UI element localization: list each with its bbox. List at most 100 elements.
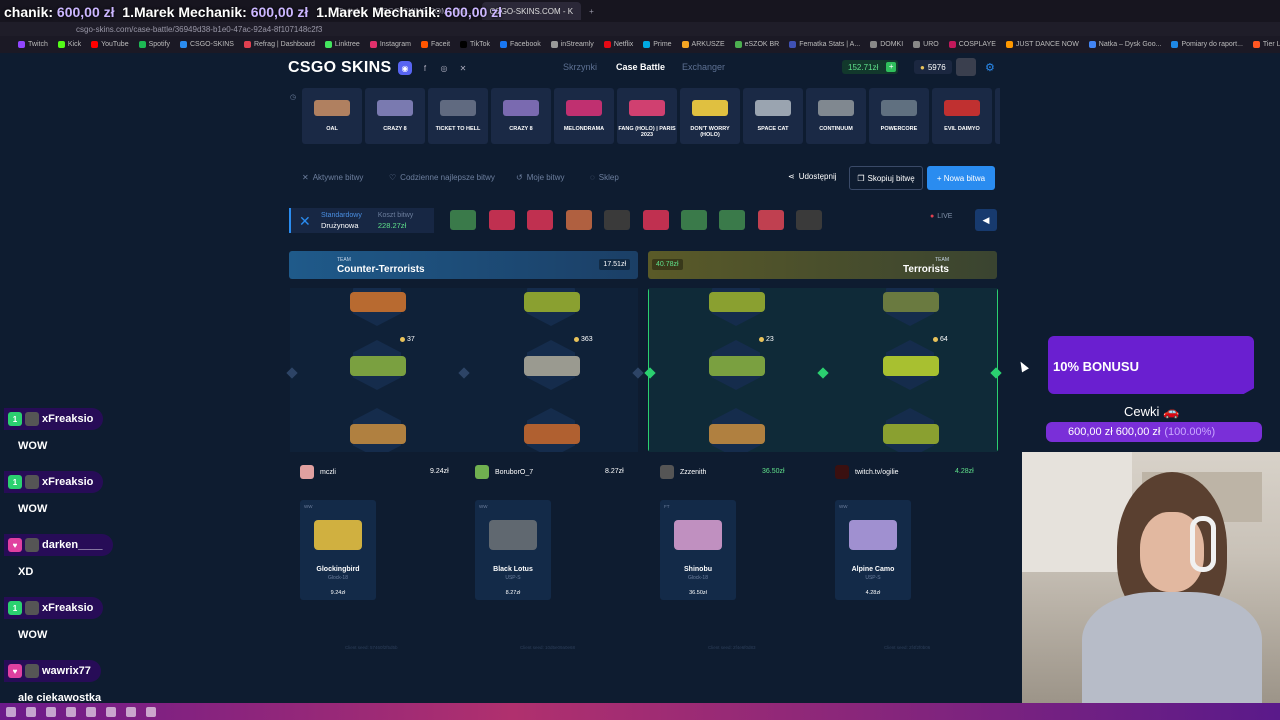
bookmark-item[interactable]: Natka – Dysk Goo... — [1088, 41, 1161, 48]
copy-battle-button[interactable]: ❐ Skopiuj bitwę — [849, 166, 923, 190]
drop-item[interactable]: CONTINUUM — [806, 88, 866, 144]
bookmark-item[interactable]: CSGO-SKINS — [180, 41, 234, 48]
nav-exchanger[interactable]: Exchanger — [682, 62, 725, 72]
facebook-icon[interactable]: f — [418, 61, 432, 75]
bookmark-item[interactable]: Twitch — [18, 41, 48, 48]
coin-icon — [400, 337, 405, 342]
user-avatar[interactable] — [956, 58, 976, 76]
bookmark-item[interactable]: Spotify — [138, 41, 170, 48]
bookmark-item[interactable]: Fematka Stats | A... — [789, 41, 860, 48]
history-icon[interactable]: ◷ — [290, 93, 296, 101]
bookmark-item[interactable]: ARKUSZE — [681, 41, 725, 48]
player-row[interactable]: BoruborO_7 — [475, 462, 533, 482]
drop-item[interactable]: FANG (HOLO) | PARIS 2023 — [617, 88, 677, 144]
bookmark-item[interactable]: Faceit — [420, 41, 450, 48]
new-tab-button[interactable]: + — [581, 2, 602, 20]
spotify-icon[interactable] — [146, 706, 156, 717]
nav-cases[interactable]: Skrzynki — [563, 62, 597, 72]
seed-text: Client seed: 2f4e6f0d83 — [708, 645, 756, 650]
battle-case-icon[interactable] — [489, 210, 515, 230]
mode-label: Standardowy — [321, 211, 362, 219]
battle-case-icon[interactable] — [527, 210, 553, 230]
battle-case-icon[interactable] — [643, 210, 669, 230]
instagram-icon[interactable]: ◎ — [437, 61, 451, 75]
bookmark-item[interactable]: Linktree — [324, 41, 360, 48]
drop-item[interactable]: CHO — [995, 88, 1000, 144]
bookmark-item[interactable]: Facebook — [499, 41, 541, 48]
drop-item[interactable]: DON'T WORRY (HOLO) — [680, 88, 740, 144]
drop-item[interactable]: EVIL DAIMYO — [932, 88, 992, 144]
x-twitter-icon[interactable]: ✕ — [456, 61, 470, 75]
won-item-card[interactable]: WW Alpine Camo USP-S 4.28zł — [835, 500, 911, 600]
share-button[interactable]: ⋖ Udostępnij — [788, 172, 837, 181]
settings-icon[interactable]: ⚙ — [985, 61, 995, 74]
drop-item[interactable]: TICKET TO HELL — [428, 88, 488, 144]
taskview-icon[interactable] — [46, 706, 56, 717]
battle-case-icon[interactable] — [604, 210, 630, 230]
bookmark-icon — [913, 41, 921, 48]
discord-icon[interactable]: ◉ — [398, 61, 412, 75]
folder-icon[interactable] — [86, 706, 96, 717]
player-row[interactable]: Zzzenith — [660, 462, 706, 482]
bookmark-item[interactable]: Pomiary do raport... — [1171, 41, 1243, 48]
drop-item-name: FANG (HOLO) | PARIS 2023 — [618, 126, 676, 138]
bookmark-item[interactable]: Prime — [643, 41, 672, 48]
address-bar[interactable]: csgo-skins.com/case-battle/36949d38-b1e0… — [0, 22, 1280, 36]
battle-case-icon[interactable] — [796, 210, 822, 230]
bookmark-item[interactable]: Instagram — [369, 41, 411, 48]
bookmark-item[interactable]: DOMKI — [870, 41, 903, 48]
item-quality: WW — [304, 504, 313, 509]
bookmark-icon — [550, 41, 558, 48]
battle-case-icon[interactable] — [758, 210, 784, 230]
drop-item[interactable]: MELONDRAMA — [554, 88, 614, 144]
bookmark-item[interactable]: Kick — [57, 41, 81, 48]
sound-toggle-button[interactable]: ◀ — [975, 209, 997, 231]
browser-icon[interactable] — [66, 706, 76, 717]
bookmark-icon — [643, 41, 651, 48]
search-icon[interactable] — [26, 706, 36, 717]
bookmark-item[interactable]: Tier List Maker for... — [1252, 41, 1280, 48]
tab-my-battles[interactable]: ↺ Moje bitwy — [516, 173, 565, 182]
bookmark-item[interactable]: Refrag | Dashboard — [243, 41, 315, 48]
bookmark-label: CSGO-SKINS — [190, 41, 234, 48]
balance-display[interactable]: 152.71zł + — [842, 60, 899, 74]
bookmark-item[interactable]: JUST DANCE NOW — [1005, 41, 1079, 48]
bookmark-item[interactable]: TikTok — [460, 41, 490, 48]
drop-item[interactable]: CRAZY 8 — [491, 88, 551, 144]
bookmark-item[interactable]: COSPLAYE — [948, 41, 996, 48]
chrome-icon[interactable] — [126, 706, 136, 717]
tab-daily-best[interactable]: ♡ Codzienne najlepsze bitwy — [389, 173, 495, 182]
nav-case-battle[interactable]: Case Battle — [616, 62, 665, 72]
team-ct-value: 17.51zł — [599, 259, 630, 270]
tab-active-battles[interactable]: ✕ Aktywne bitwy — [302, 173, 363, 182]
new-battle-button[interactable]: + Nowa bitwa — [927, 166, 995, 190]
won-item-card[interactable]: FT Shinobu Glock-18 36.50zł — [660, 500, 736, 600]
drop-item[interactable]: SPACE CAT — [743, 88, 803, 144]
site-logo[interactable]: CSGO SKINS — [288, 59, 391, 77]
battle-case-icon[interactable] — [566, 210, 592, 230]
drop-item[interactable]: OAL — [302, 88, 362, 144]
battle-case-icon[interactable] — [681, 210, 707, 230]
deposit-button[interactable]: + — [886, 62, 897, 72]
won-item-card[interactable]: WW Black Lotus USP-S 8.27zł — [475, 500, 551, 600]
won-item-card[interactable]: WW Glockingbird Glock-18 9.24zł — [300, 500, 376, 600]
won-item-name: Glockingbird — [316, 566, 360, 573]
bookmark-icon — [681, 41, 689, 48]
drop-item[interactable]: CRAZY 8 — [365, 88, 425, 144]
chat-username: xFreaksio — [42, 476, 94, 488]
obs-icon[interactable] — [106, 706, 116, 717]
chat-username-row: 1 xFreaksio — [4, 471, 104, 493]
windows-start-icon[interactable] — [6, 706, 16, 717]
bookmark-item[interactable]: YouTube — [91, 41, 129, 48]
battle-case-icon[interactable] — [719, 210, 745, 230]
drop-item[interactable]: POWERCORE — [869, 88, 929, 144]
bookmark-icon — [180, 41, 187, 48]
bookmark-item[interactable]: eSZOK BR — [734, 41, 779, 48]
bookmark-item[interactable]: inStreamly — [550, 41, 594, 48]
bookmark-item[interactable]: URO — [913, 41, 939, 48]
battle-case-icon[interactable] — [450, 210, 476, 230]
player-row[interactable]: mczli — [300, 462, 336, 482]
tab-shop[interactable]: ◌ Sklep — [590, 173, 619, 182]
bookmark-item[interactable]: Netflix — [603, 41, 633, 48]
player-row[interactable]: twitch.tv/ogilie — [835, 462, 899, 482]
